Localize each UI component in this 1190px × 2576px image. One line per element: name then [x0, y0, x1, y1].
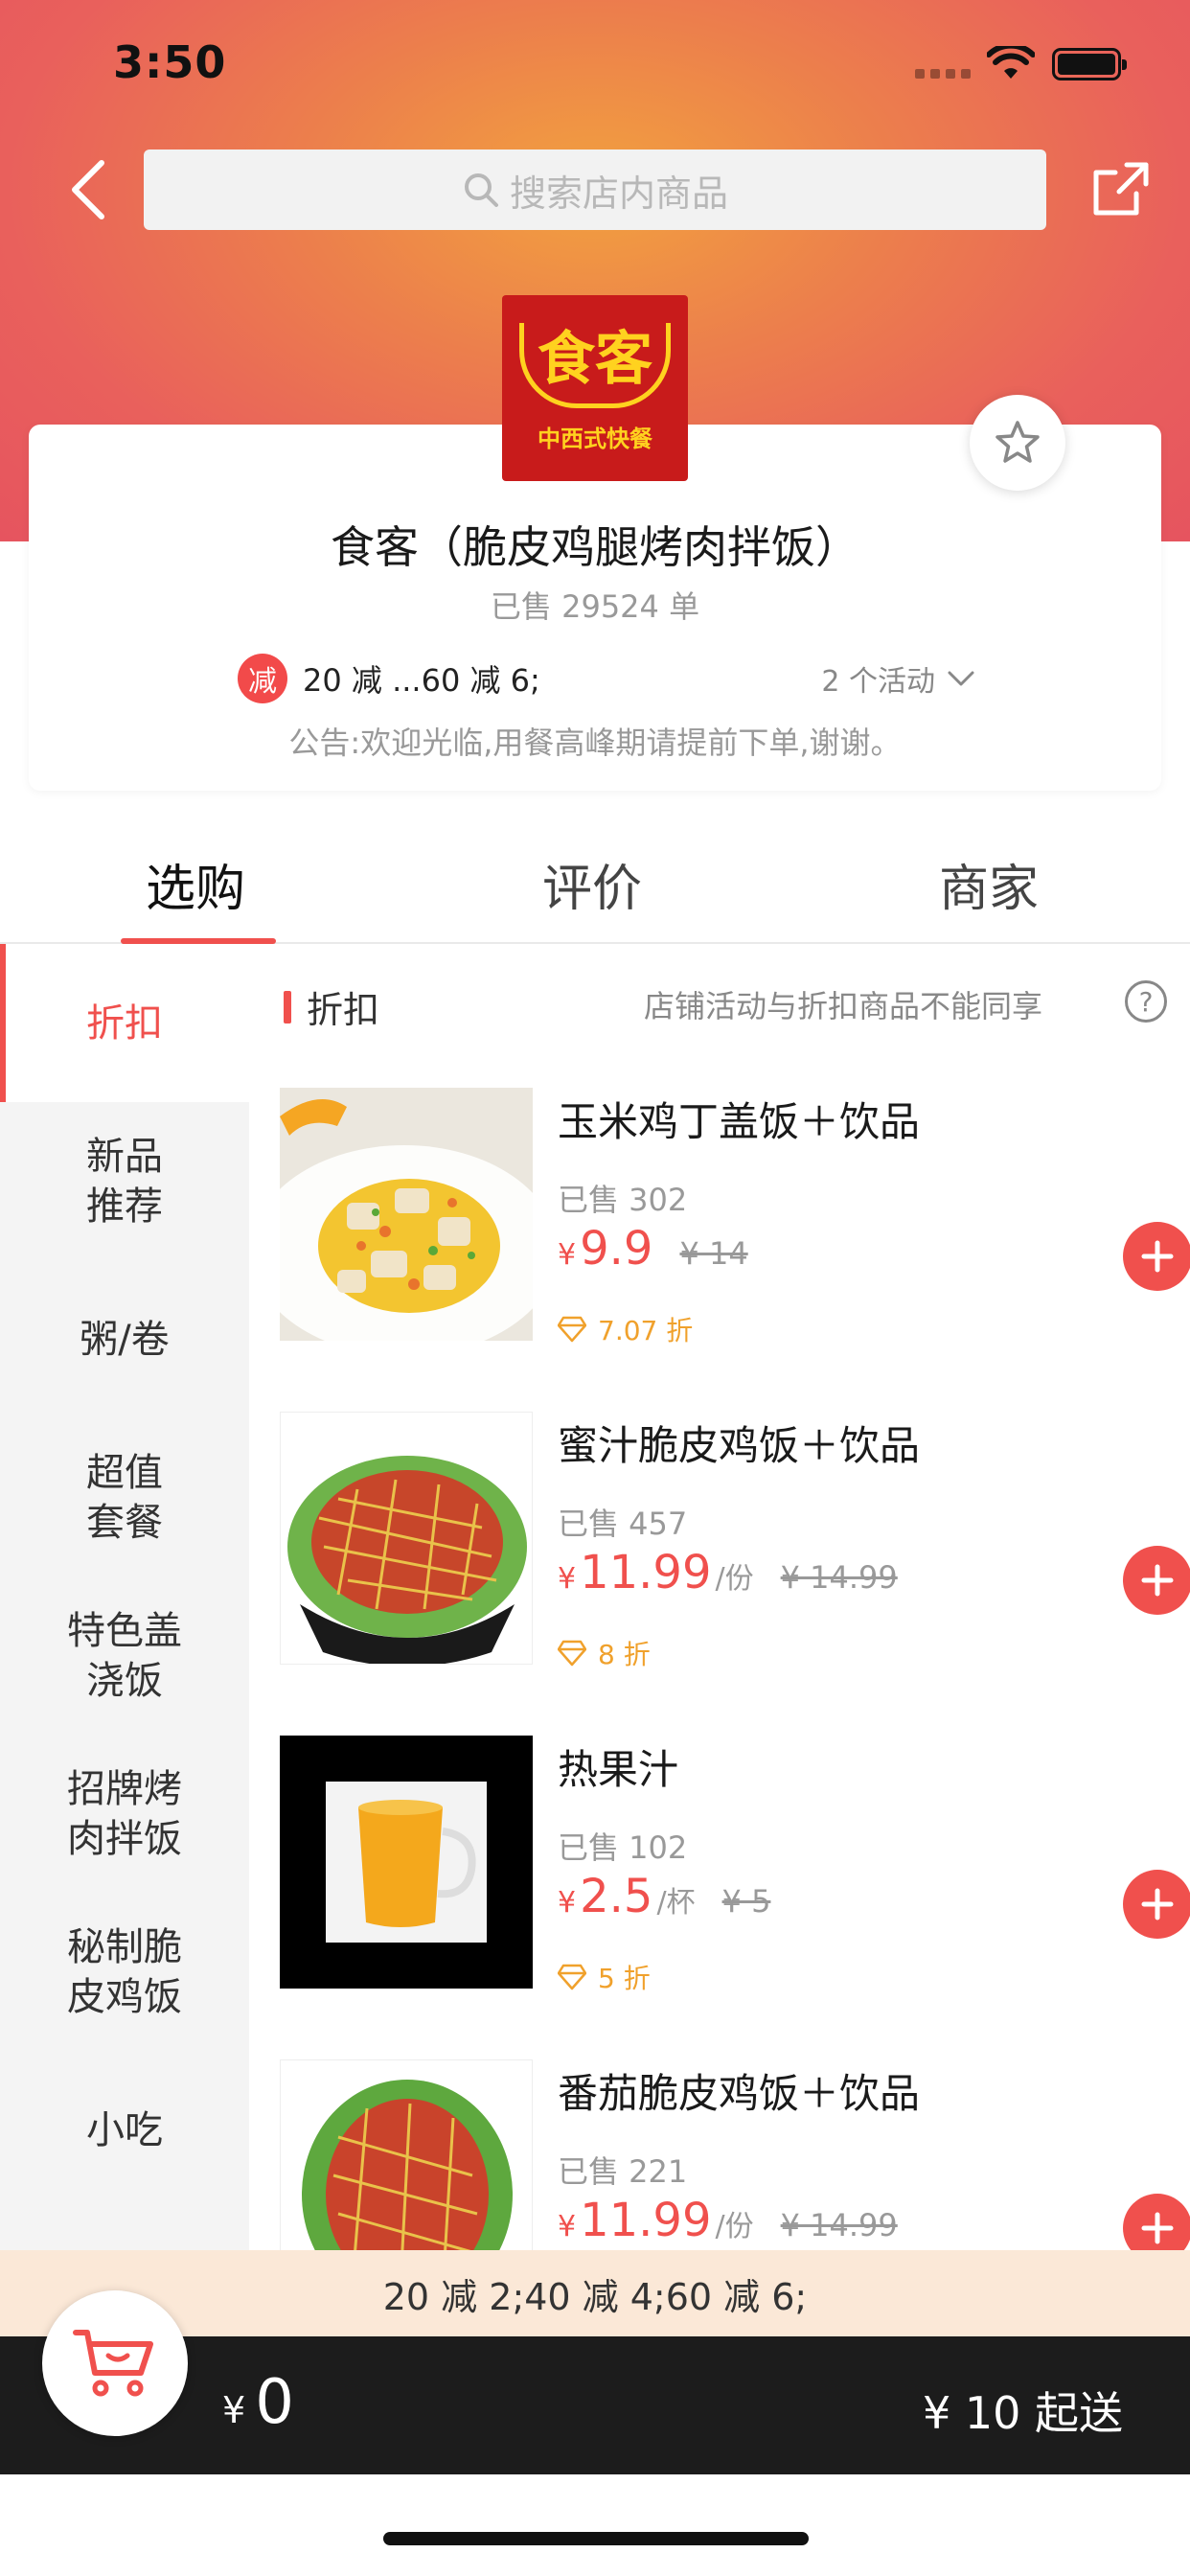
back-button[interactable]: [59, 153, 117, 226]
add-to-cart-button[interactable]: [1123, 1222, 1190, 1291]
diamond-icon: [558, 1316, 586, 1343]
tab-bar: 选购 评价 商家: [0, 819, 1190, 944]
search-placeholder: 搜索店内商品: [509, 172, 728, 215]
shop-sold-count: 已售 29524 单: [490, 588, 700, 625]
section-marker: [284, 990, 291, 1024]
product-image: [280, 2059, 533, 2250]
product-original-price: ¥ 5: [721, 1883, 771, 1920]
cart-total-value: 0: [255, 2367, 294, 2438]
section-title: 折扣: [307, 989, 380, 1031]
plus-icon: [1141, 1240, 1174, 1273]
product-current-price: 9.9: [580, 1222, 653, 1276]
cellular-signal-icon: [915, 69, 971, 80]
product-image: [280, 1736, 533, 1989]
sidebar-item-snacks[interactable]: 小吃: [0, 2051, 249, 2209]
sidebar-item-combo[interactable]: 超值 套餐: [0, 1418, 249, 1576]
search-icon: [464, 173, 498, 207]
product-image: [280, 1088, 533, 1341]
product-name: 热果汁: [558, 1746, 679, 1793]
product-price: ¥ 9.9 ¥ 14: [558, 1222, 748, 1276]
product-image: [280, 1412, 533, 1665]
add-to-cart-button[interactable]: [1123, 2194, 1190, 2250]
logo-text: 食客: [519, 323, 671, 408]
chevron-down-icon: [948, 671, 974, 686]
tab-reviews[interactable]: 评价: [542, 848, 642, 920]
min-order-label: ¥ 10 起送: [922, 2387, 1123, 2439]
home-indicator: [383, 2532, 809, 2545]
search-input[interactable]: 搜索店内商品: [144, 150, 1046, 230]
category-sidebar: 折扣 新品 推荐 粥/卷 超值 套餐 特色盖 浇饭 招牌烤 肉拌饭 秘制脆 皮鸡…: [0, 944, 249, 2250]
plus-icon: [1141, 1888, 1174, 1920]
battery-icon: [1052, 48, 1127, 80]
share-icon[interactable]: [1088, 155, 1156, 222]
cart-button[interactable]: [42, 2290, 188, 2436]
plus-icon: [1141, 2212, 1174, 2244]
cart-currency: ¥: [222, 2389, 246, 2431]
promo-count[interactable]: 2 个活动: [821, 657, 975, 700]
cart-total: ¥ 0: [222, 2367, 294, 2438]
shop-name: 食客（脆皮鸡腿烤肉拌饭）: [331, 521, 859, 573]
product-price: ¥ 2.5 /杯 ¥ 5: [558, 1870, 771, 1923]
plus-icon: [1141, 1564, 1174, 1597]
product-discount: 7.07 折: [558, 1310, 693, 1348]
logo-subtext: 中西式快餐: [538, 426, 652, 452]
add-to-cart-button[interactable]: [1123, 1870, 1190, 1939]
product-item[interactable]: 玉米鸡丁盖饭＋饮品 已售 302 ¥ 9.9 ¥ 14 7.07 折: [280, 1088, 1190, 1375]
promotion-row[interactable]: 减 20 减 ...60 减 6; 2 个活动: [238, 652, 975, 705]
product-price: ¥ 11.99 /份 ¥ 14.99: [558, 2194, 898, 2247]
product-sold-count: 已售 302: [558, 1182, 688, 1218]
section-header: 折扣: [284, 980, 379, 1033]
help-icon[interactable]: ?: [1125, 980, 1167, 1023]
sidebar-item-new[interactable]: 新品 推荐: [0, 1102, 249, 1260]
add-to-cart-button[interactable]: [1123, 1546, 1190, 1615]
product-original-price: ¥ 14.99: [780, 2207, 898, 2243]
product-original-price: ¥ 14: [679, 1235, 748, 1272]
favorite-button[interactable]: [970, 395, 1065, 491]
promo-badge: 减: [238, 654, 287, 703]
sidebar-item-discount[interactable]: 折扣: [0, 944, 249, 1102]
chevron-left-icon: [72, 160, 104, 219]
diamond-icon: [558, 1964, 586, 1990]
sidebar-item-porridge[interactable]: 粥/卷: [0, 1260, 249, 1418]
sidebar-item-bbq-rice[interactable]: 招牌烤 肉拌饭: [0, 1735, 249, 1893]
product-name: 蜜汁脆皮鸡饭＋饮品: [558, 1422, 921, 1469]
star-icon: [995, 421, 1040, 463]
product-original-price: ¥ 14.99: [780, 1559, 898, 1596]
product-list[interactable]: 折扣 店铺活动与折扣商品不能同享 ? 玉米鸡丁盖饭＋饮品 已售 302 ¥ 9.…: [249, 944, 1190, 2250]
shopping-cart-icon: [73, 2330, 153, 2397]
product-current-price: 11.99: [580, 2194, 712, 2247]
product-unit: /份: [715, 2210, 754, 2243]
product-sold-count: 已售 457: [558, 1506, 688, 1542]
diamond-icon: [558, 1640, 586, 1667]
status-time: 3:50: [113, 36, 227, 88]
product-name: 番茄脆皮鸡饭＋饮品: [558, 2070, 921, 2117]
sidebar-item-crispy-chicken[interactable]: 秘制脆 皮鸡饭: [0, 1893, 249, 2051]
product-unit: /份: [715, 1562, 754, 1596]
product-price: ¥ 11.99 /份 ¥ 14.99: [558, 1546, 898, 1599]
product-unit: /杯: [656, 1886, 696, 1920]
tab-merchant[interactable]: 商家: [939, 848, 1039, 920]
wifi-icon: [987, 46, 1035, 79]
product-item[interactable]: 番茄脆皮鸡饭＋饮品 已售 221 ¥ 11.99 /份 ¥ 14.99: [280, 2059, 1190, 2250]
product-item[interactable]: 蜜汁脆皮鸡饭＋饮品 已售 457 ¥ 11.99 /份 ¥ 14.99 8 折: [280, 1412, 1190, 1699]
promo-strip: 20 减 2;40 减 4;60 减 6;: [0, 2250, 1190, 2336]
promo-text: 20 减 ...60 减 6;: [303, 662, 540, 699]
shop-notice: 公告:欢迎光临,用餐高峰期请提前下单,谢谢。: [288, 724, 902, 761]
product-name: 玉米鸡丁盖饭＋饮品: [558, 1098, 921, 1145]
shop-logo: 食客 中西式快餐: [502, 295, 688, 481]
promo-count-label: 2 个活动: [821, 665, 935, 699]
product-item[interactable]: 热果汁 已售 102 ¥ 2.5 /杯 ¥ 5 5 折: [280, 1736, 1190, 2023]
product-current-price: 2.5: [580, 1870, 653, 1923]
product-sold-count: 已售 221: [558, 2153, 688, 2190]
product-discount: 5 折: [558, 1958, 651, 1996]
tab-shop[interactable]: 选购: [146, 848, 245, 920]
product-discount: 8 折: [558, 1634, 651, 1672]
sidebar-item-rice-bowl[interactable]: 特色盖 浇饭: [0, 1576, 249, 1735]
section-note: 店铺活动与折扣商品不能同享: [644, 988, 1043, 1024]
product-sold-count: 已售 102: [558, 1829, 688, 1866]
status-bar: 3:50: [0, 0, 1190, 125]
product-current-price: 11.99: [580, 1546, 712, 1599]
